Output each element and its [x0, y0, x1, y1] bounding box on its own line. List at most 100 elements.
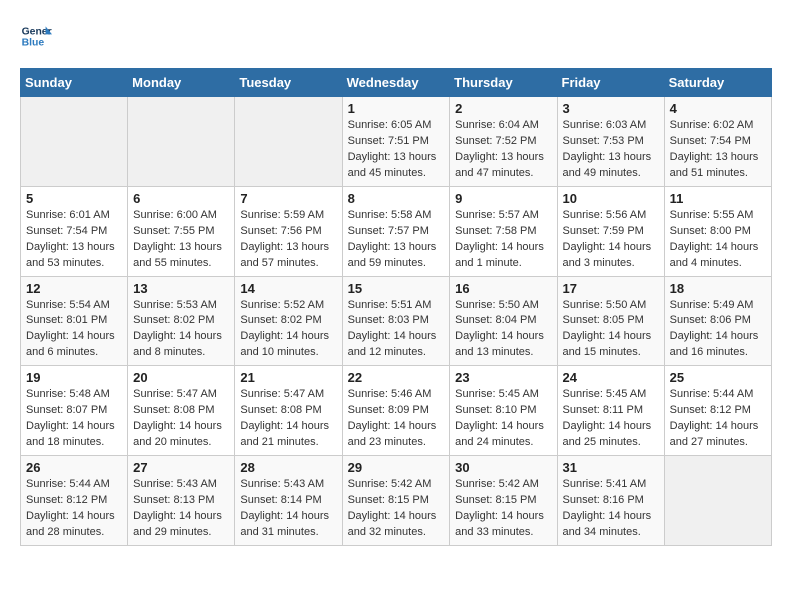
calendar-cell: 12 Sunrise: 5:54 AM Sunset: 8:01 PM Dayli… [21, 276, 128, 366]
day-number: 3 [563, 101, 659, 116]
day-of-week-header: Friday [557, 69, 664, 97]
day-number: 25 [670, 370, 766, 385]
calendar-cell: 2Sunrise: 6:04 AM Sunset: 7:52 PM Daylig… [450, 97, 557, 187]
day-info: Sunrise: 5:42 AM Sunset: 8:15 PM Dayligh… [348, 477, 445, 541]
calendar-cell: 8 Sunrise: 5:58 AM Sunset: 7:57 PM Daylig… [342, 186, 450, 276]
calendar-cell: 10 Sunrise: 5:56 AM Sunset: 7:59 PM Dayli… [557, 186, 664, 276]
calendar-cell: 16Sunrise: 5:50 AM Sunset: 8:04 PM Dayli… [450, 276, 557, 366]
day-number: 17 [563, 281, 659, 296]
day-number: 7 [240, 191, 336, 206]
day-info: Sunrise: 5:58 AM Sunset: 7:57 PM Dayligh… [348, 208, 445, 272]
day-info: Sunrise: 5:59 AM Sunset: 7:56 PM Dayligh… [240, 208, 336, 272]
day-info: Sunrise: 5:52 AM Sunset: 8:02 PM Dayligh… [240, 298, 336, 362]
day-number: 10 [563, 191, 659, 206]
calendar-cell: 14 Sunrise: 5:52 AM Sunset: 8:02 PM Dayli… [235, 276, 342, 366]
calendar-cell: 1 Sunrise: 6:05 AM Sunset: 7:51 PM Daylig… [342, 97, 450, 187]
day-info: Sunrise: 5:45 AM Sunset: 8:11 PM Dayligh… [563, 387, 659, 451]
day-info: Sunrise: 5:47 AM Sunset: 8:08 PM Dayligh… [240, 387, 336, 451]
day-number: 20 [133, 370, 229, 385]
day-number: 15 [348, 281, 445, 296]
day-info: Sunrise: 5:53 AM Sunset: 8:02 PM Dayligh… [133, 298, 229, 362]
calendar-cell: 15 Sunrise: 5:51 AM Sunset: 8:03 PM Dayli… [342, 276, 450, 366]
calendar-cell: 31Sunrise: 5:41 AM Sunset: 8:16 PM Dayli… [557, 456, 664, 546]
calendar-cell: 21 Sunrise: 5:47 AM Sunset: 8:08 PM Dayli… [235, 366, 342, 456]
day-of-week-header: Monday [128, 69, 235, 97]
day-number: 26 [26, 460, 122, 475]
day-info: Sunrise: 5:42 AM Sunset: 8:15 PM Dayligh… [455, 477, 551, 541]
day-of-week-header: Sunday [21, 69, 128, 97]
calendar-cell [235, 97, 342, 187]
day-info: Sunrise: 5:51 AM Sunset: 8:03 PM Dayligh… [348, 298, 445, 362]
day-number: 9 [455, 191, 551, 206]
day-number: 12 [26, 281, 122, 296]
day-info: Sunrise: 6:00 AM Sunset: 7:55 PM Dayligh… [133, 208, 229, 272]
day-number: 31 [563, 460, 659, 475]
day-number: 13 [133, 281, 229, 296]
day-info: Sunrise: 5:43 AM Sunset: 8:14 PM Dayligh… [240, 477, 336, 541]
day-number: 1 [348, 101, 445, 116]
calendar-cell: 17Sunrise: 5:50 AM Sunset: 8:05 PM Dayli… [557, 276, 664, 366]
calendar-cell: 29 Sunrise: 5:42 AM Sunset: 8:15 PM Dayli… [342, 456, 450, 546]
day-info: Sunrise: 5:56 AM Sunset: 7:59 PM Dayligh… [563, 208, 659, 272]
day-number: 5 [26, 191, 122, 206]
day-info: Sunrise: 6:03 AM Sunset: 7:53 PM Dayligh… [563, 118, 659, 182]
calendar-cell: 22 Sunrise: 5:46 AM Sunset: 8:09 PM Dayli… [342, 366, 450, 456]
calendar-week-row: 1 Sunrise: 6:05 AM Sunset: 7:51 PM Daylig… [21, 97, 772, 187]
day-number: 6 [133, 191, 229, 206]
day-number: 16 [455, 281, 551, 296]
day-of-week-header: Saturday [664, 69, 771, 97]
calendar-week-row: 5Sunrise: 6:01 AM Sunset: 7:54 PM Daylig… [21, 186, 772, 276]
day-info: Sunrise: 6:02 AM Sunset: 7:54 PM Dayligh… [670, 118, 766, 182]
day-info: Sunrise: 5:54 AM Sunset: 8:01 PM Dayligh… [26, 298, 122, 362]
day-info: Sunrise: 5:43 AM Sunset: 8:13 PM Dayligh… [133, 477, 229, 541]
day-info: Sunrise: 5:44 AM Sunset: 8:12 PM Dayligh… [26, 477, 122, 541]
calendar-cell: 19 Sunrise: 5:48 AM Sunset: 8:07 PM Dayli… [21, 366, 128, 456]
day-number: 14 [240, 281, 336, 296]
calendar-cell [21, 97, 128, 187]
day-info: Sunrise: 5:46 AM Sunset: 8:09 PM Dayligh… [348, 387, 445, 451]
calendar-week-row: 19 Sunrise: 5:48 AM Sunset: 8:07 PM Dayli… [21, 366, 772, 456]
day-number: 21 [240, 370, 336, 385]
day-number: 24 [563, 370, 659, 385]
day-number: 18 [670, 281, 766, 296]
day-info: Sunrise: 6:05 AM Sunset: 7:51 PM Dayligh… [348, 118, 445, 182]
calendar-table: SundayMondayTuesdayWednesdayThursdayFrid… [20, 68, 772, 546]
calendar-cell: 3 Sunrise: 6:03 AM Sunset: 7:53 PM Daylig… [557, 97, 664, 187]
day-of-week-header: Tuesday [235, 69, 342, 97]
calendar-cell: 13 Sunrise: 5:53 AM Sunset: 8:02 PM Dayli… [128, 276, 235, 366]
calendar-cell [128, 97, 235, 187]
day-number: 8 [348, 191, 445, 206]
calendar-cell [664, 456, 771, 546]
day-number: 29 [348, 460, 445, 475]
calendar-week-row: 26 Sunrise: 5:44 AM Sunset: 8:12 PM Dayli… [21, 456, 772, 546]
calendar-cell: 5Sunrise: 6:01 AM Sunset: 7:54 PM Daylig… [21, 186, 128, 276]
calendar-cell: 30 Sunrise: 5:42 AM Sunset: 8:15 PM Dayli… [450, 456, 557, 546]
day-number: 22 [348, 370, 445, 385]
day-number: 30 [455, 460, 551, 475]
day-number: 4 [670, 101, 766, 116]
day-number: 11 [670, 191, 766, 206]
svg-text:Blue: Blue [22, 38, 45, 49]
calendar-cell: 23Sunrise: 5:45 AM Sunset: 8:10 PM Dayli… [450, 366, 557, 456]
day-of-week-header: Wednesday [342, 69, 450, 97]
calendar-cell: 18 Sunrise: 5:49 AM Sunset: 8:06 PM Dayli… [664, 276, 771, 366]
logo-icon: General Blue [20, 20, 52, 52]
calendar-cell: 25Sunrise: 5:44 AM Sunset: 8:12 PM Dayli… [664, 366, 771, 456]
calendar-cell: 6 Sunrise: 6:00 AM Sunset: 7:55 PM Daylig… [128, 186, 235, 276]
day-info: Sunrise: 5:48 AM Sunset: 8:07 PM Dayligh… [26, 387, 122, 451]
calendar-week-row: 12 Sunrise: 5:54 AM Sunset: 8:01 PM Dayli… [21, 276, 772, 366]
page-header: General Blue [20, 20, 772, 52]
calendar-cell: 7 Sunrise: 5:59 AM Sunset: 7:56 PM Daylig… [235, 186, 342, 276]
calendar-header-row: SundayMondayTuesdayWednesdayThursdayFrid… [21, 69, 772, 97]
day-number: 27 [133, 460, 229, 475]
logo: General Blue [20, 20, 52, 52]
day-info: Sunrise: 5:49 AM Sunset: 8:06 PM Dayligh… [670, 298, 766, 362]
day-number: 28 [240, 460, 336, 475]
calendar-cell: 24 Sunrise: 5:45 AM Sunset: 8:11 PM Dayli… [557, 366, 664, 456]
day-info: Sunrise: 6:04 AM Sunset: 7:52 PM Dayligh… [455, 118, 551, 182]
calendar-cell: 20Sunrise: 5:47 AM Sunset: 8:08 PM Dayli… [128, 366, 235, 456]
calendar-cell: 4 Sunrise: 6:02 AM Sunset: 7:54 PM Daylig… [664, 97, 771, 187]
day-number: 19 [26, 370, 122, 385]
day-info: Sunrise: 5:57 AM Sunset: 7:58 PM Dayligh… [455, 208, 551, 272]
calendar-cell: 26 Sunrise: 5:44 AM Sunset: 8:12 PM Dayli… [21, 456, 128, 546]
